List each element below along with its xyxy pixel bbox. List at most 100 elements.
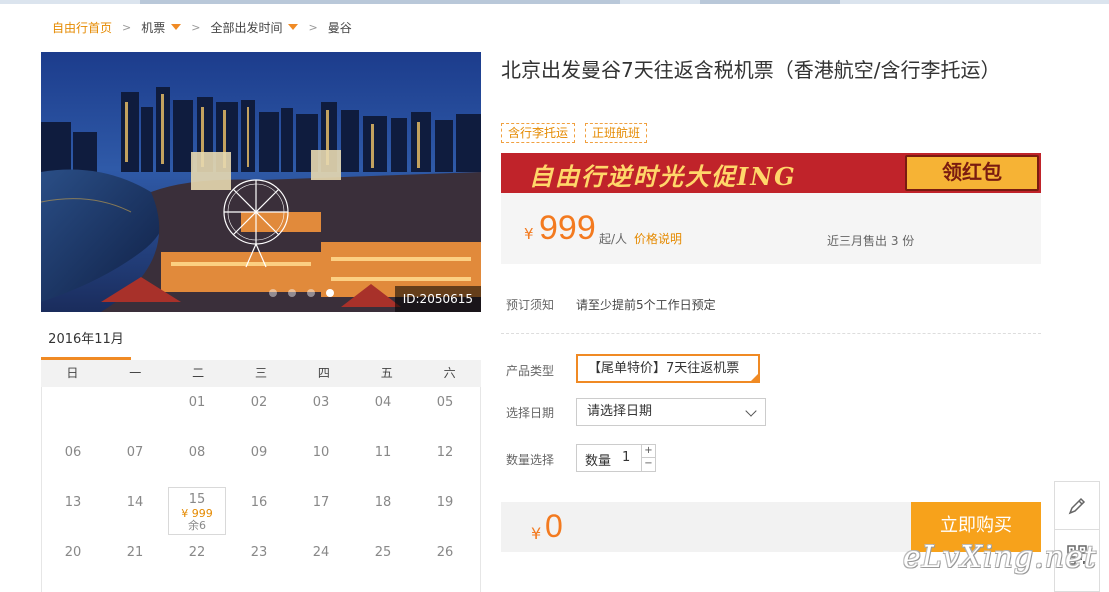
quantity-increment-button[interactable]: + — [641, 445, 655, 458]
calendar-day-number: 19 — [436, 495, 454, 510]
slide-indicators — [269, 289, 334, 297]
side-toolbar — [1054, 481, 1100, 592]
calendar-day-number: 06 — [64, 445, 82, 460]
calendar-day: 04 — [352, 387, 414, 437]
slide-dot[interactable] — [307, 289, 315, 297]
product-hero-image[interactable]: ID:2050615 — [41, 52, 481, 312]
date-select-placeholder: 请选择日期 — [587, 404, 653, 419]
calendar-day-available[interactable]: 15 ¥ 999 余6 — [168, 487, 226, 535]
bangkok-night-skyline-image — [41, 52, 481, 312]
calendar-day-number: 26 — [436, 545, 454, 560]
sold-count: 近三月售出 3 份 — [827, 234, 915, 248]
breadcrumb-home-link[interactable]: 自由行首页 — [52, 19, 112, 36]
tag-luggage: 含行李托运 — [501, 123, 576, 143]
calendar-day-number: 20 — [64, 545, 82, 560]
calendar-day-number: 17 — [312, 495, 330, 510]
feedback-button[interactable] — [1055, 482, 1099, 530]
product-type-label: 产品类型 — [506, 364, 555, 378]
weekday-label: 五 — [380, 366, 393, 380]
calendar-day: 25 — [352, 537, 414, 587]
calendar-day: 10 — [290, 437, 352, 487]
promo-banner[interactable]: 自由行逆时光大促ING 领红包 — [501, 153, 1041, 193]
calendar-day-remaining: 余6 — [188, 519, 206, 532]
quantity-decrement-button[interactable]: − — [641, 458, 655, 471]
calendar-day: 18 — [352, 487, 414, 537]
quantity-value[interactable]: 1 — [622, 450, 630, 465]
price-amount: 999 — [539, 209, 596, 247]
product-type-option-selected[interactable]: 【尾单特价】7天往返机票 ✓ — [576, 354, 760, 391]
breadcrumb-category-label: 机票 — [141, 20, 166, 35]
site-watermark: eLvXing.net — [903, 540, 1097, 575]
calendar-day: 02 — [228, 387, 290, 437]
browser-top-edge — [0, 0, 1109, 4]
calendar-day: 05 — [414, 387, 476, 437]
chevron-right-icon: > — [191, 20, 201, 34]
calendar-week-row: 06 07 08 09 10 11 12 — [42, 437, 480, 487]
calendar-day: 08 — [166, 437, 228, 487]
quantity-stepper[interactable]: 数量 1 + − — [576, 444, 656, 472]
get-red-packet-button[interactable]: 领红包 — [905, 155, 1039, 191]
calendar-day: 17 — [290, 487, 352, 537]
price-explain-link[interactable]: 价格说明 — [634, 230, 682, 247]
breadcrumb-current: 曼谷 — [327, 20, 352, 35]
calendar-day-number: 03 — [312, 395, 330, 410]
total-amount: 0 — [545, 508, 563, 544]
date-select[interactable]: 请选择日期 — [576, 398, 766, 426]
notice-text: 请至少提前5个工作日预定 — [576, 298, 716, 312]
calendar-day-number: 05 — [436, 395, 454, 410]
product-title: 北京出发曼谷7天往返含税机票（香港航空/含行李托运） — [501, 58, 1001, 82]
calendar-weekday-header: 日 一 二 三 四 五 六 — [41, 360, 481, 387]
breadcrumb-category-dropdown[interactable]: 机票 — [141, 19, 182, 36]
quantity-inner-label: 数量 — [585, 454, 612, 469]
slide-dot[interactable] — [288, 289, 296, 297]
calendar-month-tab[interactable]: 2016年11月 — [41, 326, 131, 360]
calendar-day-number: 25 — [374, 545, 392, 560]
tag-scheduled-flight: 正班航班 — [585, 123, 648, 143]
chevron-down-icon — [745, 405, 757, 417]
calendar-week-row: 20 21 22 23 24 25 26 — [42, 537, 480, 587]
calendar-day-number: 22 — [188, 545, 206, 560]
calendar-day: 06 — [42, 437, 104, 487]
slide-dot-active[interactable] — [326, 289, 334, 297]
calendar-day: 14 — [104, 487, 166, 537]
breadcrumb-departure-label: 全部出发时间 — [210, 20, 283, 35]
calendar-day: 19 — [414, 487, 476, 537]
calendar-day: 26 — [414, 537, 476, 587]
caret-down-icon — [171, 24, 182, 30]
weekday-label: 四 — [317, 366, 330, 380]
calendar-day: 20 — [42, 537, 104, 587]
calendar-day: 07 — [104, 437, 166, 487]
notice-label: 预订须知 — [506, 298, 555, 312]
calendar-day-number: 18 — [374, 495, 392, 510]
slide-dot[interactable] — [269, 289, 277, 297]
calendar-day-number: 04 — [374, 395, 392, 410]
product-type-value: 【尾单特价】7天往返机票 — [588, 361, 740, 376]
weekday-label: 一 — [129, 366, 142, 380]
calendar-day: 23 — [228, 537, 290, 587]
calendar-day: 21 — [104, 537, 166, 587]
chevron-right-icon: > — [308, 20, 318, 34]
calendar-day-number: 14 — [126, 495, 144, 510]
price-panel: ¥ 999 起/人 价格说明 近三月售出 3 份 — [501, 193, 1041, 264]
calendar-day-number: 01 — [188, 395, 206, 410]
calendar-day-number: 13 — [64, 495, 82, 510]
calendar-day-number: 07 — [126, 445, 144, 460]
calendar-day-number: 23 — [250, 545, 268, 560]
calendar-day-number: 11 — [374, 445, 392, 460]
calendar-day: 22 — [166, 537, 228, 587]
calendar-day-number: 02 — [250, 395, 268, 410]
calendar-day-number: 15 — [188, 492, 206, 507]
pencil-icon — [1068, 497, 1086, 514]
calendar-day-number: 21 — [126, 545, 144, 560]
calendar-day-number: 08 — [188, 445, 206, 460]
breadcrumb-departure-dropdown[interactable]: 全部出发时间 — [210, 19, 299, 36]
calendar-month-tabs: 2016年11月 — [41, 326, 481, 360]
selected-check-icon: ✓ — [749, 372, 760, 391]
calendar-day-number: 09 — [250, 445, 268, 460]
calendar-day-number: 10 — [312, 445, 330, 460]
image-id-badge: ID:2050615 — [394, 286, 481, 312]
calendar-day: 11 — [352, 437, 414, 487]
calendar-day: 01 — [166, 387, 228, 437]
calendar-day: 24 — [290, 537, 352, 587]
calendar-day: 09 — [228, 437, 290, 487]
